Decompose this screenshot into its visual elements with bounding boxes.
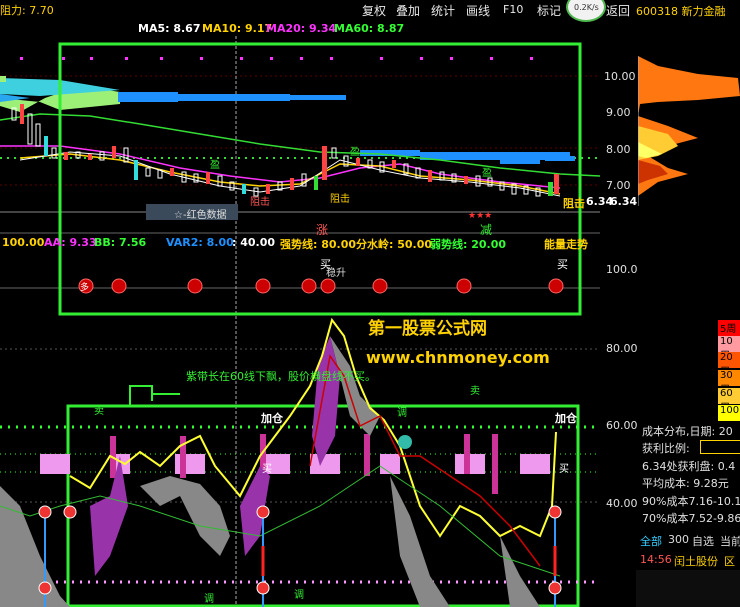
value-40: : 40.00 (232, 236, 276, 249)
price-tick: 8.00 (606, 143, 631, 156)
legend-item: 60周 (718, 388, 740, 414)
indicator-legend: 100.00 AA: 9.33 BB: 7.56 VAR2: 8.00 : 40… (0, 236, 600, 251)
chip-title: 成本分布,日期: 20 (642, 425, 733, 438)
strategy-note: 紫带长在60线下飘，股价横盘线不买。 (186, 370, 376, 383)
menu-restore-right[interactable]: 复权 (362, 2, 386, 19)
svg-text:★★★: ★★★ (468, 211, 492, 221)
sell-label: 卖 (94, 406, 104, 417)
add-position-2: 加仓 (555, 412, 577, 425)
weak-line-value: 弱势线: 20.00 (430, 238, 507, 251)
var2-value: VAR2: 8.00 (166, 236, 234, 249)
menu-draw-line[interactable]: 画线 (466, 2, 490, 19)
profit-ratio-label: 获利比例: (642, 442, 690, 455)
add-position-1: 加仓 (261, 412, 283, 425)
buy-marker-2: 买 (559, 464, 569, 475)
price-tick: 7.00 (606, 179, 631, 192)
current-price-tick: 6.34 (610, 195, 638, 208)
stock-title: 600318 新力金融 (636, 5, 726, 18)
bb-value: BB: 7.56 (94, 236, 147, 249)
ma-legend: MA5: 8.67 MA10: 9.17 MA20: 9.34 MA60: 8.… (0, 22, 600, 36)
mai-label-2: 买 (557, 258, 568, 271)
menu-back[interactable]: 返回 (606, 2, 630, 19)
ying-label-3: 盈 (482, 168, 492, 179)
aa-value: AA: 9.33 (44, 236, 97, 249)
tab-300[interactable]: 300 (668, 533, 689, 546)
tooltip-red-data: ☆-红色数据 (174, 210, 227, 221)
ma20-value: MA20: 9.34 (266, 22, 337, 35)
ma60-value: MA60: 8.87 (334, 22, 405, 35)
duo-label: 多 (80, 283, 90, 293)
energy-trend: 能量走势 (544, 238, 588, 251)
indicator-value-100: 100.00 (2, 236, 45, 249)
tiao-label-2: 调 (294, 590, 304, 601)
tab-all[interactable]: 全部 (640, 533, 662, 549)
support-tag: 阻击 (563, 197, 585, 210)
strong-line-value: 强势线: 80.00 (280, 238, 357, 251)
zuji-label: 阻击 (330, 194, 350, 205)
sell-label-2: 卖 (470, 386, 480, 397)
indicator-tick: 60.00 (606, 419, 638, 432)
average-cost: 平均成本: 9.28元 (642, 477, 729, 490)
legend-item: 100 (718, 405, 740, 421)
ma10-value: MA10: 9.17 (202, 22, 273, 35)
resistance-label: 阻力: 7.70 (0, 4, 54, 17)
price-tick: 10.00 (604, 70, 636, 83)
profit-ratio-bar (700, 440, 740, 454)
ma5-value: MA5: 8.67 (138, 22, 201, 35)
tab-watchlist[interactable]: 自选 (692, 533, 714, 549)
legend-item: 5周 (718, 320, 740, 336)
tiao-label-3: 调 (204, 594, 214, 605)
legend-item: 30周 (718, 370, 740, 396)
wensheng-label: 稳升 (326, 268, 346, 279)
watershed-value: 分水岭: 50.00 (356, 238, 433, 251)
site-name: 第一股票公式网 (368, 319, 487, 339)
tick-time: 14:56 (640, 553, 672, 566)
kline-chart[interactable]: ★★★ (0, 36, 600, 607)
indicator-tick: 100.0 (606, 263, 638, 276)
speed-value: 0.2K/s (574, 3, 599, 12)
tab-current[interactable]: 当前 (720, 533, 740, 549)
menu-statistics[interactable]: 统计 (431, 2, 455, 19)
menu-overlay[interactable]: 叠加 (396, 2, 420, 19)
top-toolbar: 阻力: 7.70 复权 叠加 统计 画线 F10 标记 0.2K/s 返回 60… (0, 0, 740, 22)
ying-label-2: 盈 (350, 147, 360, 158)
cost-90: 90%成本7.16-10.1 (642, 495, 740, 508)
chip-distribution-chart (638, 56, 740, 206)
buy-marker-1: 买 (262, 464, 272, 475)
ying-label-1: 盈 (210, 160, 220, 171)
legend-item: 20周 (718, 352, 740, 378)
tiao-label-1: 调 (397, 408, 407, 419)
zuji-label-2: 阻击 (250, 197, 270, 208)
menu-mark[interactable]: 标记 (537, 2, 561, 19)
tick-list-area (636, 570, 740, 607)
indicator-tick: 40.00 (606, 497, 638, 510)
site-url[interactable]: www.chnmoney.com (366, 348, 550, 367)
indicator-tick: 80.00 (606, 342, 638, 355)
price-tick: 9.00 (606, 106, 631, 119)
cost-70: 70%成本7.52-9.86 (642, 512, 740, 525)
tick-stock-suffix: 区 (724, 555, 735, 568)
menu-f10[interactable]: F10 (503, 3, 523, 16)
profit-at-price: 6.34处获利盘: 0.4 (642, 460, 736, 473)
legend-item: 10周 (718, 336, 740, 362)
tick-stock-name[interactable]: 闰土股份 (674, 553, 718, 569)
speed-meter: 0.2K/s (566, 0, 606, 22)
